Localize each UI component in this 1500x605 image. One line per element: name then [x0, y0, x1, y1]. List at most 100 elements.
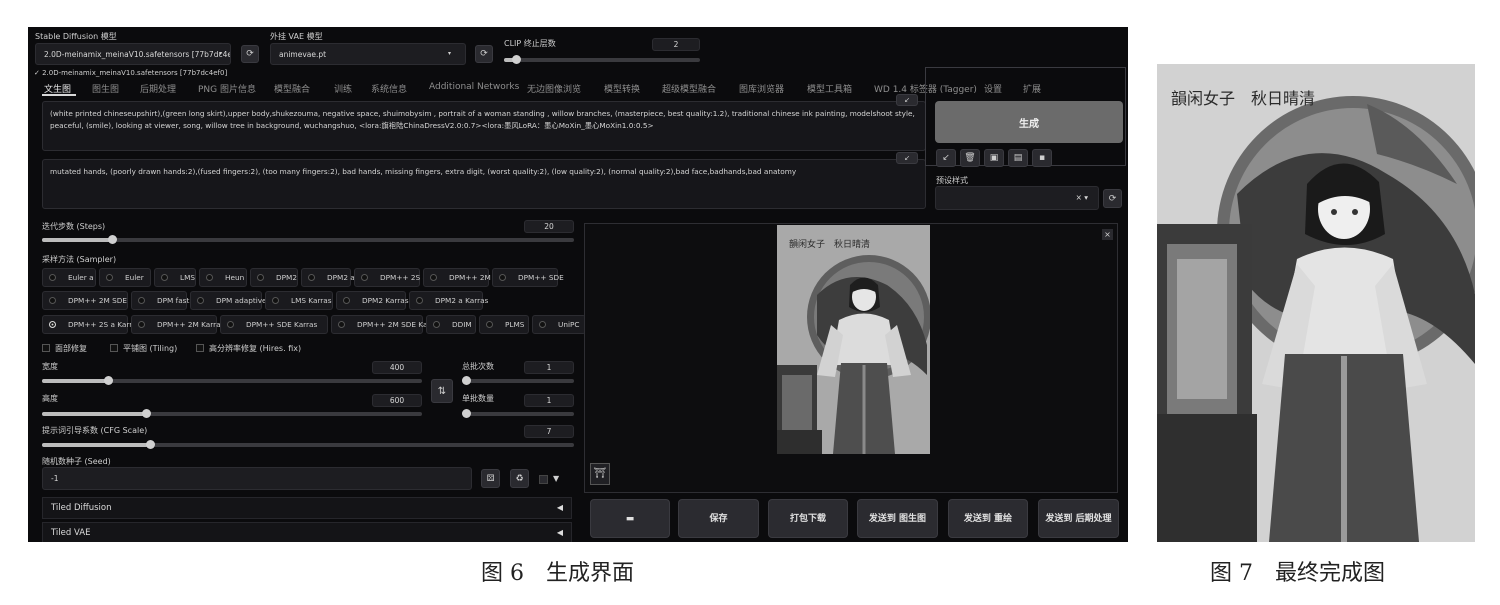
send-to-extras-button[interactable]: 发送到 后期处理	[1038, 499, 1119, 538]
radio-icon[interactable]	[138, 321, 145, 328]
sampler-option[interactable]: LMS Karras	[265, 291, 333, 310]
sampler-option[interactable]: DPM++ SDE Karras	[220, 315, 328, 334]
sampler-option[interactable]: DPM++ 2M SDE Karras	[331, 315, 442, 334]
negative-prompt-input[interactable]: mutated hands, (poorly drawn hands:2),(f…	[42, 159, 926, 209]
radio-icon[interactable]	[206, 274, 213, 281]
sampler-option[interactable]: DPM++ 2M Karras	[131, 315, 224, 334]
close-icon[interactable]: ×	[1102, 229, 1113, 240]
radio-icon[interactable]	[430, 274, 437, 281]
sampler-option[interactable]: DPM++ 2S a Karras	[42, 315, 141, 334]
batch-count-slider[interactable]	[462, 376, 574, 385]
refresh-vae-button[interactable]: ⟳	[475, 45, 493, 63]
radio-icon[interactable]	[49, 321, 56, 328]
tab-png-info[interactable]: PNG 图片信息	[198, 82, 256, 95]
sampler-option[interactable]: DPM++ 2M SDE	[42, 291, 128, 310]
radio-icon[interactable]	[416, 297, 423, 304]
radio-icon[interactable]	[272, 297, 279, 304]
send-to-img2img-button[interactable]: 发送到 图生图	[857, 499, 938, 538]
sampler-option[interactable]: DPM adaptive	[190, 291, 267, 310]
tab-merge[interactable]: 模型融合	[274, 82, 310, 95]
extra-networks-button[interactable]: ▣	[984, 149, 1004, 167]
tab-super-merge[interactable]: 超级模型融合	[662, 82, 716, 95]
radio-icon[interactable]	[49, 297, 56, 304]
tab-model-convert[interactable]: 模型转换	[604, 82, 640, 95]
generate-button[interactable]: 生成	[935, 101, 1123, 143]
batch-count-knob[interactable]	[462, 376, 471, 385]
prompt-toggle-button[interactable]: ↙	[896, 94, 918, 106]
apply-style-button[interactable]: ▤	[1008, 149, 1028, 167]
refresh-model-button[interactable]: ⟳	[241, 45, 259, 63]
radio-icon[interactable]	[49, 274, 56, 281]
hires-checkbox[interactable]: 高分辨率修复 (Hires. fix)	[196, 343, 301, 354]
accordion-tiled-diffusion[interactable]: Tiled Diffusion ◀	[42, 497, 572, 519]
radio-icon[interactable]	[338, 321, 345, 328]
sampler-option[interactable]: DPM++ 2S a	[354, 268, 427, 287]
refresh-style-button[interactable]: ⟳	[1103, 189, 1122, 208]
radio-icon[interactable]	[361, 274, 368, 281]
height-slider[interactable]	[42, 409, 422, 418]
sampler-option[interactable]: DPM2 Karras	[336, 291, 409, 310]
tab-additional-networks[interactable]: Additional Networks	[429, 82, 519, 92]
steps-slider-knob[interactable]	[108, 235, 117, 244]
negative-toggle-button[interactable]: ↙	[896, 152, 918, 164]
radio-icon[interactable]	[227, 321, 234, 328]
style-clear-icon[interactable]: × ▾	[1076, 193, 1088, 202]
extra-seed-checkbox[interactable]	[539, 475, 548, 484]
width-slider-knob[interactable]	[104, 376, 113, 385]
sampler-option[interactable]: DPM2 a	[301, 268, 355, 287]
cfg-slider-knob[interactable]	[146, 440, 155, 449]
steps-slider[interactable]	[42, 235, 574, 244]
sd-model-select[interactable]: 2.0D-meinamix_meinaV10.safetensors [77b7…	[35, 43, 231, 65]
clip-value-input[interactable]: 2	[652, 38, 700, 51]
tab-img2img[interactable]: 图生图	[92, 82, 119, 95]
radio-icon[interactable]	[257, 274, 264, 281]
swap-dimensions-button[interactable]: ⇅	[431, 379, 453, 403]
send-to-inpaint-button[interactable]: 发送到 重绘	[948, 499, 1028, 538]
sampler-option[interactable]: Euler a	[42, 268, 96, 287]
tab-infinite-browser[interactable]: 无边图像浏览	[527, 82, 581, 95]
radio-icon[interactable]	[433, 321, 440, 328]
sampler-option[interactable]: DPM++ SDE	[492, 268, 564, 287]
width-input[interactable]: 400	[372, 361, 422, 374]
vae-select[interactable]: animevae.pt	[270, 43, 466, 65]
radio-icon[interactable]	[197, 297, 204, 304]
batch-size-input[interactable]: 1	[524, 394, 574, 407]
clip-slider-knob[interactable]	[512, 55, 521, 64]
batch-count-input[interactable]: 1	[524, 361, 574, 374]
sampler-option[interactable]: LMS	[154, 268, 196, 287]
save-button[interactable]: 保存	[678, 499, 759, 538]
positive-prompt-input[interactable]: (white printed chineseupshirt),(green lo…	[42, 101, 926, 151]
steps-input[interactable]: 20	[524, 220, 574, 233]
clear-prompt-button[interactable]: 🗑	[960, 149, 980, 167]
tab-train[interactable]: 训练	[334, 82, 352, 95]
sampler-option[interactable]: DPM2 a Karras	[409, 291, 488, 310]
width-slider[interactable]	[42, 376, 422, 385]
radio-icon[interactable]	[106, 274, 113, 281]
radio-icon[interactable]	[539, 321, 546, 328]
save-style-button[interactable]: ▪	[1032, 149, 1052, 167]
zip-download-button[interactable]: 打包下载	[768, 499, 848, 538]
cfg-slider[interactable]	[42, 440, 574, 449]
clip-slider[interactable]	[504, 55, 700, 64]
thumbnail-icon[interactable]: ⛩	[590, 463, 610, 485]
checkbox-box[interactable]	[196, 344, 204, 352]
sampler-option[interactable]: DDIM	[426, 315, 476, 334]
open-folder-button[interactable]: ▬	[590, 499, 670, 538]
radio-icon[interactable]	[308, 274, 315, 281]
random-seed-button[interactable]: ⚄	[481, 469, 500, 488]
sampler-option[interactable]: Heun	[199, 268, 247, 287]
tab-sysinfo[interactable]: 系统信息	[371, 82, 407, 95]
tab-gallery-browser[interactable]: 图库浏览器	[739, 82, 784, 95]
tab-extras[interactable]: 后期处理	[140, 82, 176, 95]
height-input[interactable]: 600	[372, 394, 422, 407]
radio-icon[interactable]	[161, 274, 168, 281]
radio-icon[interactable]	[138, 297, 145, 304]
sampler-option[interactable]: DPM2	[250, 268, 298, 287]
face-restore-checkbox[interactable]: 面部修复	[42, 343, 87, 354]
read-params-button[interactable]: ↙	[936, 149, 956, 167]
sampler-option[interactable]: UniPC	[532, 315, 586, 334]
sampler-option[interactable]: PLMS	[479, 315, 529, 334]
cfg-input[interactable]: 7	[524, 425, 574, 438]
batch-size-knob[interactable]	[462, 409, 471, 418]
tiling-checkbox[interactable]: 平铺图 (Tiling)	[110, 343, 177, 354]
